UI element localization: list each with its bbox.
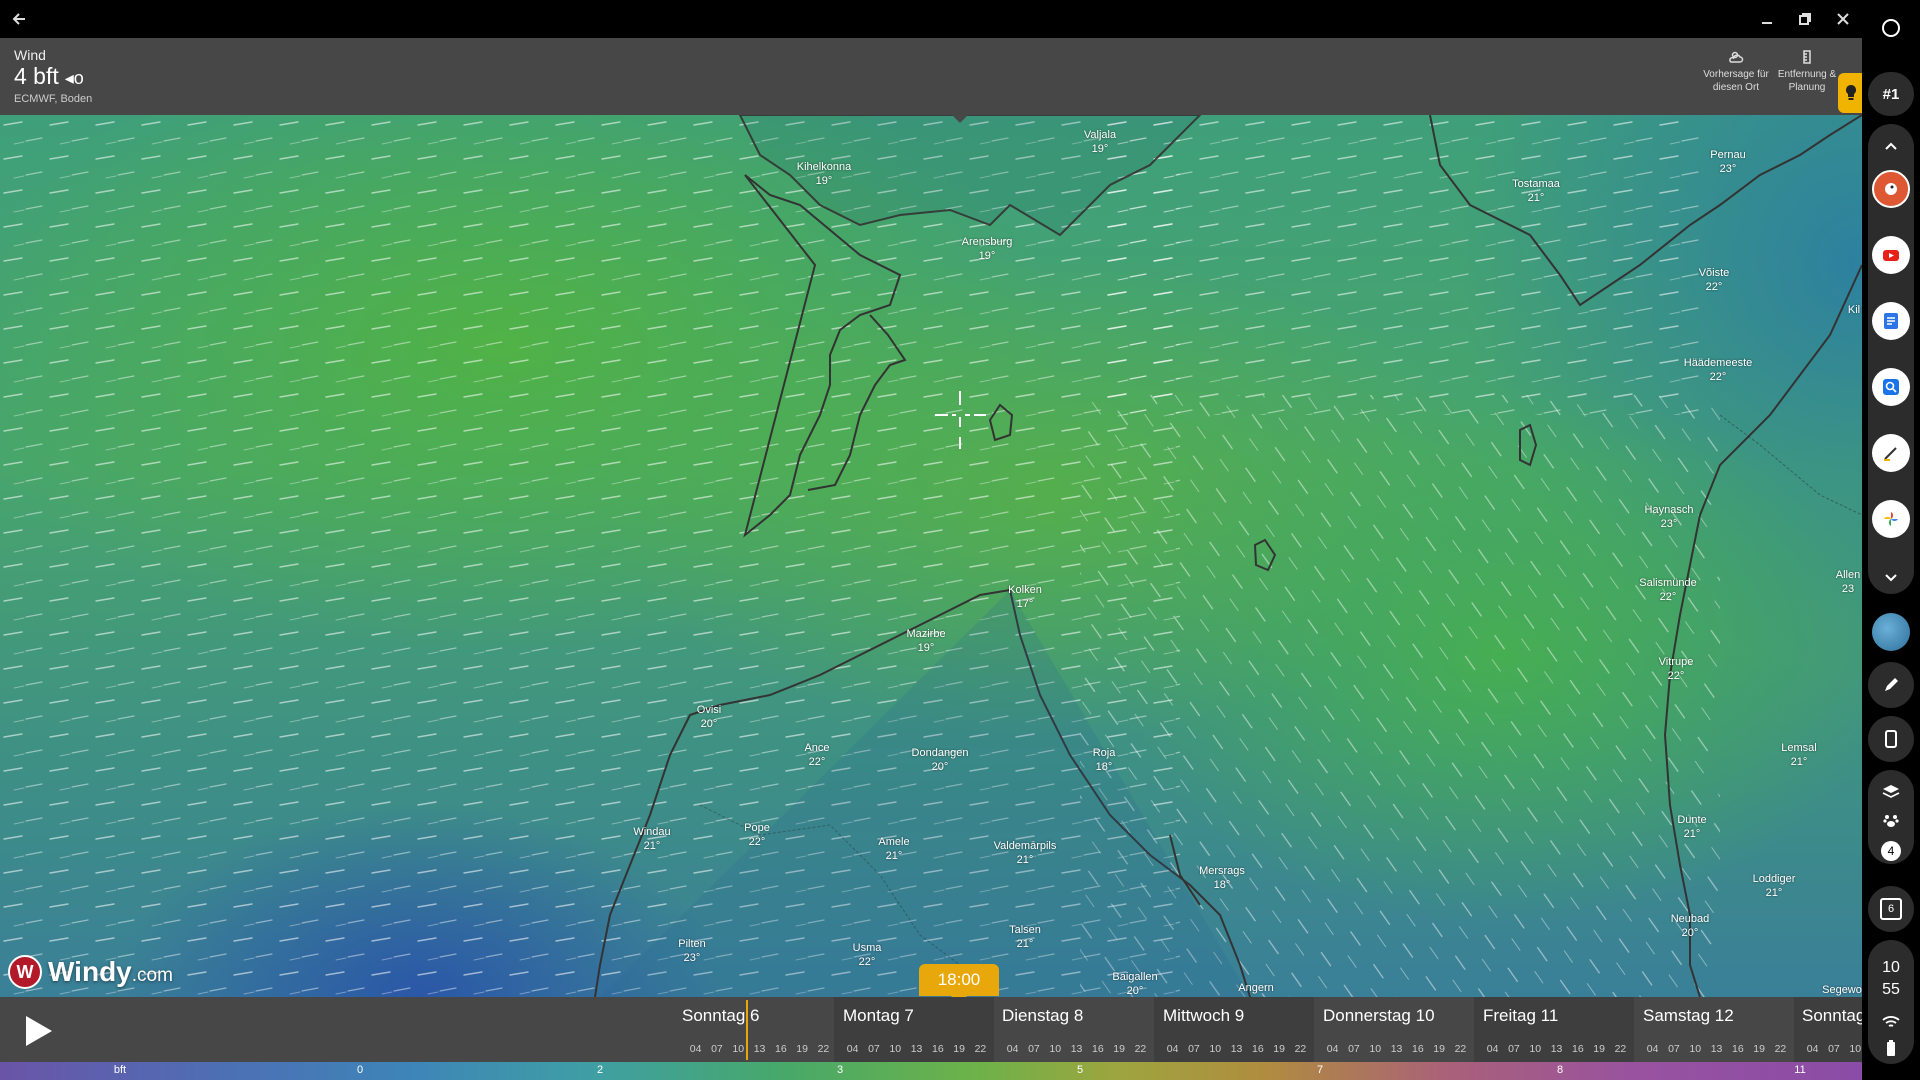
city-label[interactable]: Kil bbox=[1848, 303, 1860, 317]
windy-logo[interactable]: W Windy.com bbox=[8, 955, 173, 989]
workspace-badge[interactable]: #1 bbox=[1871, 74, 1911, 114]
youtube-icon[interactable] bbox=[1871, 235, 1911, 275]
timeline-day[interactable]: Sonntag 6 04 07 10 13 16 19 22 bbox=[680, 997, 834, 1062]
city-label[interactable]: Võiste 22° bbox=[1699, 266, 1730, 294]
layer-info-bar: Wind 4 bft ◂o ECMWF, Boden Vorhersage für… bbox=[0, 38, 1862, 115]
city-label[interactable]: Amele 21° bbox=[878, 835, 909, 863]
close-icon[interactable] bbox=[1824, 0, 1862, 38]
pen-icon[interactable] bbox=[1871, 665, 1911, 705]
city-label[interactable]: Usma 22° bbox=[853, 941, 882, 969]
docs-icon[interactable] bbox=[1871, 301, 1911, 341]
timeline-day[interactable]: Mittwoch 9 04 07 10 13 16 19 22 bbox=[1154, 997, 1314, 1062]
timeline-day[interactable]: Donnerstag 10 04 07 10 13 16 19 22 bbox=[1314, 997, 1474, 1062]
current-time-bubble[interactable]: 18:00 bbox=[919, 964, 999, 1004]
cloud-sun-icon bbox=[1728, 50, 1744, 64]
model-source[interactable]: ECMWF, Boden bbox=[14, 93, 92, 105]
search-app-icon[interactable] bbox=[1871, 367, 1911, 407]
forecast-for-location-button[interactable]: Vorhersage für diesen Ort bbox=[1697, 50, 1775, 94]
lightbulb-icon[interactable] bbox=[1838, 73, 1864, 113]
city-label[interactable]: Kolken 17° bbox=[1008, 583, 1042, 611]
notification-count[interactable]: 4 bbox=[1871, 831, 1911, 871]
city-label[interactable]: Windau 21° bbox=[633, 825, 670, 853]
city-label[interactable]: Valjala 19° bbox=[1084, 128, 1116, 156]
city-label[interactable]: Tostamaa 21° bbox=[1512, 177, 1560, 205]
battery-icon[interactable] bbox=[1871, 1028, 1911, 1068]
map-top-pointer bbox=[952, 115, 968, 123]
city-label[interactable]: Haynasch 23° bbox=[1645, 503, 1694, 531]
calendar-icon[interactable]: 6 bbox=[1871, 889, 1911, 929]
current-time-marker bbox=[746, 1000, 748, 1060]
city-label[interactable]: Lemsal 21° bbox=[1781, 741, 1816, 769]
city-label[interactable]: Mersrags 18° bbox=[1199, 864, 1245, 892]
chevron-up-icon[interactable] bbox=[1871, 126, 1911, 166]
timeline-day[interactable]: Montag 7 04 07 10 13 16 19 22 bbox=[834, 997, 994, 1062]
timeline-day[interactable]: Freitag 11 04 07 10 13 16 19 22 bbox=[1474, 997, 1634, 1062]
city-label[interactable]: Kihelkonna 19° bbox=[797, 160, 851, 188]
layer-name[interactable]: Wind bbox=[14, 47, 46, 63]
timeline-day[interactable]: Dienstag 8 04 07 10 13 16 19 22 bbox=[994, 997, 1154, 1062]
color-legend[interactable]: bft 0 2 3 5 7 8 11 bbox=[0, 1062, 1862, 1080]
clock-minute: 55 bbox=[1882, 981, 1900, 998]
map-geography bbox=[0, 115, 1862, 997]
notes-icon[interactable] bbox=[1871, 433, 1911, 473]
city-label[interactable]: Neubad 20° bbox=[1671, 912, 1710, 940]
city-label[interactable]: Vitrupe 22° bbox=[1659, 655, 1694, 683]
distance-planning-button[interactable]: Entfernung & Planung bbox=[1768, 50, 1846, 94]
city-label[interactable]: Pilten 23° bbox=[678, 937, 706, 965]
windy-logo-icon: W bbox=[8, 955, 42, 989]
city-label[interactable]: Angern bbox=[1238, 981, 1273, 995]
city-label[interactable]: Segewo bbox=[1822, 983, 1862, 997]
city-label[interactable]: Loddiger 21° bbox=[1753, 872, 1796, 900]
arrow-left-icon[interactable] bbox=[0, 0, 38, 38]
city-label[interactable]: Häädemeeste 22° bbox=[1684, 356, 1753, 384]
city-label[interactable]: Mazirbe 19° bbox=[906, 627, 945, 655]
minimize-icon[interactable] bbox=[1748, 0, 1786, 38]
city-label[interactable]: Salismünde 22° bbox=[1639, 576, 1696, 604]
city-label[interactable]: Baigallen 20° bbox=[1112, 970, 1157, 997]
photos-icon[interactable] bbox=[1871, 499, 1911, 539]
globe-icon[interactable] bbox=[1871, 612, 1911, 652]
duckduckgo-icon[interactable] bbox=[1871, 169, 1911, 209]
wind-speed: 4 bft bbox=[14, 63, 59, 89]
weather-map[interactable]: Valjala 19° Kihelkonna 19° Arensburg 19° Pe… bbox=[0, 115, 1862, 997]
city-label[interactable]: Pope 22° bbox=[744, 821, 770, 849]
timeline-bar[interactable]: Sonntag 6 04 07 10 13 16 19 22 Montag 7 04 07 10… bbox=[0, 997, 1862, 1062]
ruler-icon bbox=[1799, 50, 1815, 64]
timeline-day[interactable]: Sonntag 04 07 10 bbox=[1794, 997, 1862, 1062]
timeline-day[interactable]: Samstag 12 04 07 10 13 16 19 22 bbox=[1634, 997, 1794, 1062]
city-label[interactable]: Dunte 21° bbox=[1677, 813, 1706, 841]
play-icon[interactable] bbox=[20, 1013, 56, 1049]
title-bar bbox=[0, 0, 1862, 38]
wind-value: 4 bft ◂o bbox=[14, 63, 84, 90]
city-label[interactable]: Valdemārpils 21° bbox=[994, 839, 1057, 867]
chevron-down-icon[interactable] bbox=[1871, 557, 1911, 597]
system-sidebar: #1 4 6 10 55 bbox=[1862, 0, 1920, 1080]
city-label[interactable]: Dondangen 20° bbox=[912, 746, 969, 774]
city-label[interactable]: Roja 18° bbox=[1093, 746, 1116, 774]
restore-icon[interactable] bbox=[1786, 0, 1824, 38]
city-label[interactable]: Pernau 23° bbox=[1710, 148, 1745, 176]
city-label[interactable]: Ance 22° bbox=[804, 741, 829, 769]
phone-icon[interactable] bbox=[1871, 719, 1911, 759]
city-label[interactable]: Allen 23 bbox=[1836, 568, 1860, 596]
city-label[interactable]: Talsen 21° bbox=[1009, 923, 1041, 951]
clock-hour: 10 bbox=[1882, 959, 1900, 976]
city-label[interactable]: Ovisi 20° bbox=[697, 703, 721, 731]
circle-home-icon[interactable] bbox=[1871, 8, 1911, 48]
wind-direction-icon: ◂o bbox=[64, 68, 84, 88]
city-label[interactable]: Arensburg 19° bbox=[962, 235, 1013, 263]
